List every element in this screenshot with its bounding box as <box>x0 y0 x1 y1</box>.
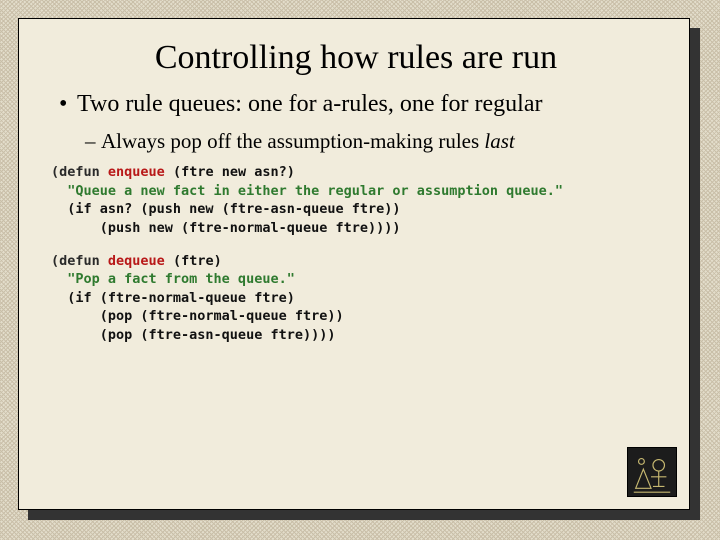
code-line: (if asn? (push new (ftre-asn-queue ftre)… <box>51 201 401 217</box>
code-line: (if (ftre-normal-queue ftre) <box>51 290 295 306</box>
slide-panel: Controlling how rules are run • Two rule… <box>18 18 690 510</box>
code-docstring: "Pop a fact from the queue." <box>51 271 295 287</box>
code-token: (ftre) <box>165 253 222 269</box>
code-fn-name: dequeue <box>108 253 165 269</box>
sub-bullet-list: – Always pop off the assumption-making r… <box>85 127 661 155</box>
bullet-list: • Two rule queues: one for a-rules, one … <box>59 89 661 121</box>
code-token: (defun <box>51 164 108 180</box>
code-line: (pop (ftre-asn-queue ftre)))) <box>51 327 335 343</box>
slide-title: Controlling how rules are run <box>51 39 661 77</box>
bullet-item: • Two rule queues: one for a-rules, one … <box>59 89 661 121</box>
sub-bullet-item: – Always pop off the assumption-making r… <box>85 127 661 155</box>
code-token: (ftre new asn?) <box>165 164 295 180</box>
bullet-text: Two rule queues: one for a-rules, one fo… <box>77 89 542 121</box>
code-docstring: "Queue a new fact in either the regular … <box>51 183 563 199</box>
corner-logo <box>627 447 677 497</box>
sub-bullet-em: last <box>484 129 514 153</box>
code-line: (pop (ftre-normal-queue ftre)) <box>51 308 344 324</box>
logo-icon <box>628 448 676 496</box>
bullet-dot-icon: • <box>59 89 77 121</box>
code-line: (push new (ftre-normal-queue ftre)))) <box>51 220 401 236</box>
sub-bullet-text: Always pop off the assumption-making rul… <box>101 127 515 155</box>
code-block-dequeue: (defun dequeue (ftre) "Pop a fact from t… <box>51 252 661 345</box>
dash-icon: – <box>85 127 101 155</box>
code-fn-name: enqueue <box>108 164 165 180</box>
slide-background: Controlling how rules are run • Two rule… <box>0 0 720 540</box>
code-token: (defun <box>51 253 108 269</box>
sub-bullet-pre: Always pop off the assumption-making rul… <box>101 129 484 153</box>
code-block-enqueue: (defun enqueue (ftre new asn?) "Queue a … <box>51 163 661 238</box>
